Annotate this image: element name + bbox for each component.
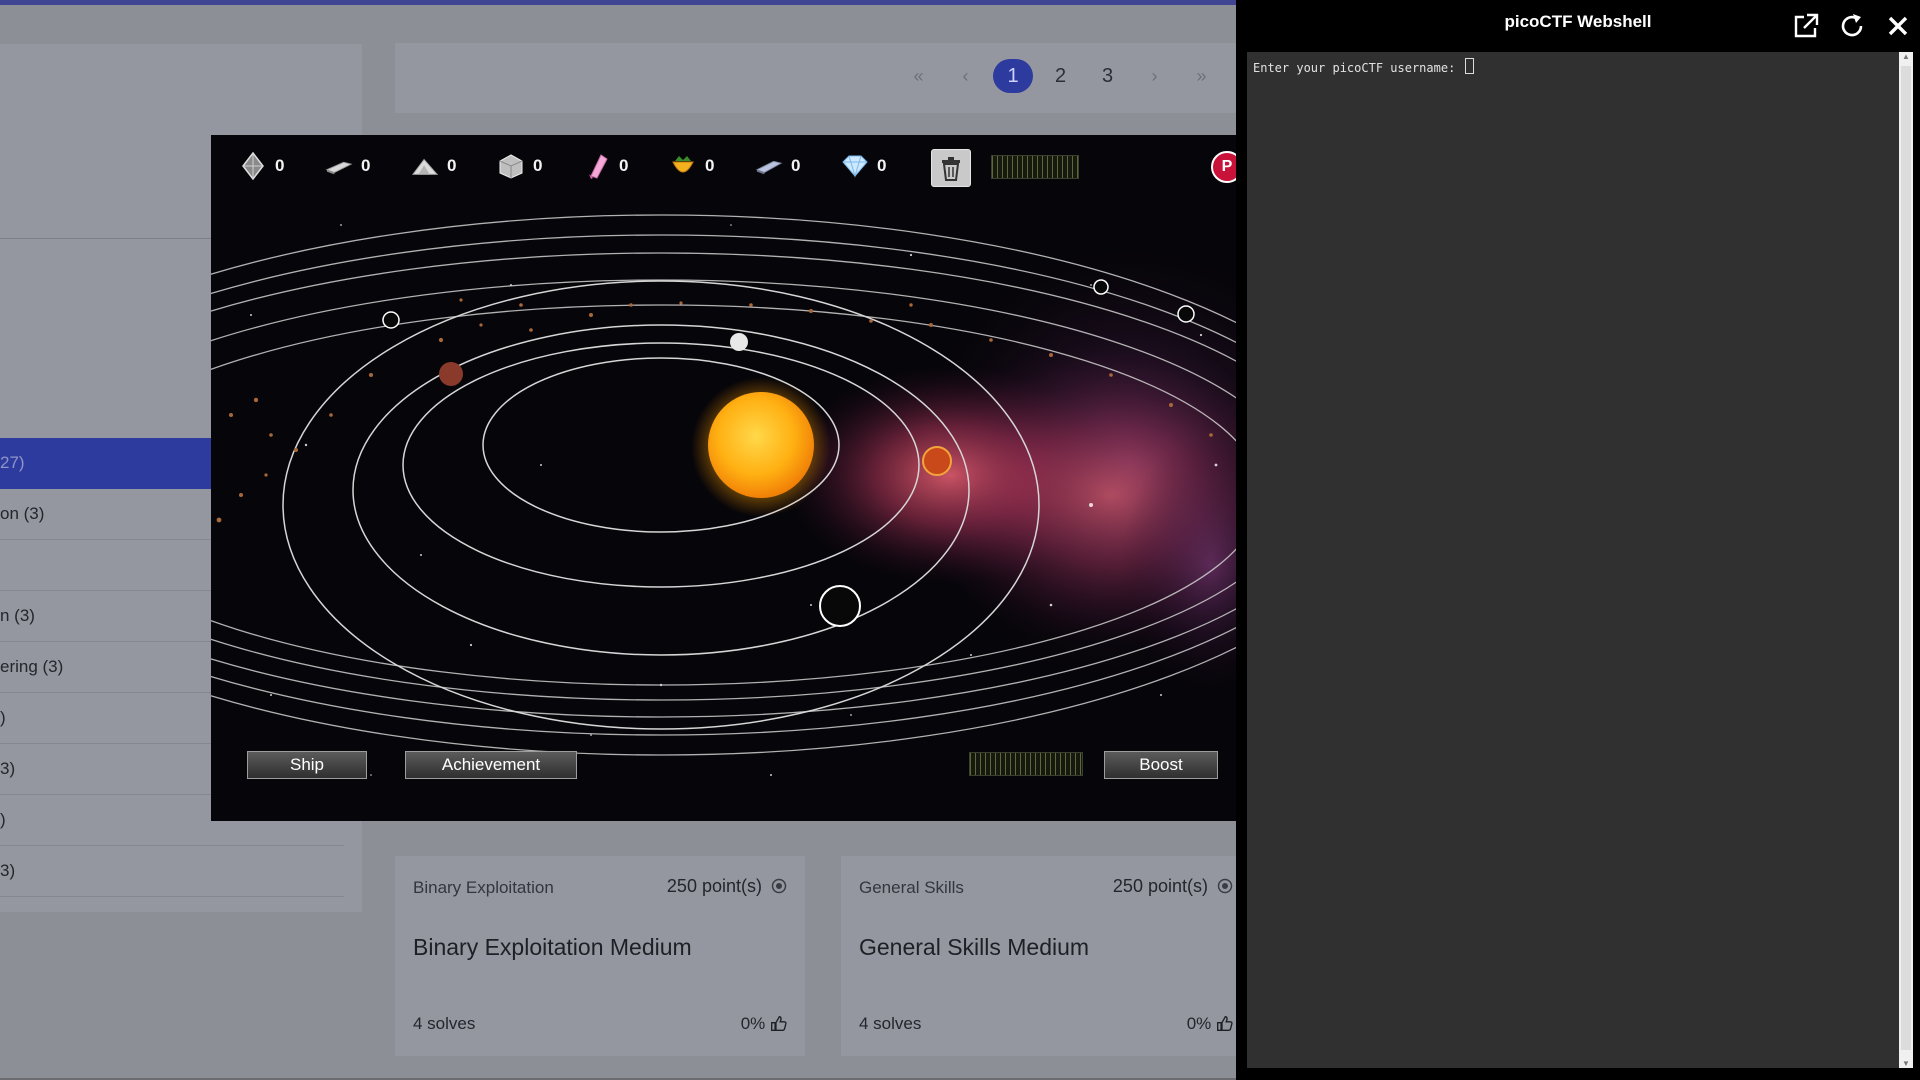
- challenge-category: General Skills: [859, 878, 964, 897]
- challenge-card[interactable]: General Skills 250 point(s) General Skil…: [841, 856, 1251, 1056]
- scroll-up-icon[interactable]: ▲: [1899, 52, 1913, 61]
- thumbs-up-icon: [771, 1016, 787, 1031]
- resource-crystal: 0: [239, 152, 325, 180]
- points-label: 250 point(s): [1112, 876, 1208, 896]
- resource-count: 0: [619, 156, 629, 175]
- challenge-solves: 4 solves: [859, 1014, 922, 1033]
- pagination: « ‹ 1 2 3 › »: [895, 59, 1225, 93]
- next-page-link[interactable]: ›: [1131, 66, 1178, 87]
- achievement-button[interactable]: Achievement: [405, 751, 577, 779]
- webshell-toolbar: [1790, 10, 1914, 42]
- boost-gauge: [969, 752, 1083, 776]
- resource-diamond: 0: [841, 152, 927, 180]
- resource-metal-bar: 0: [325, 152, 411, 180]
- resource-silver-bar: 0: [755, 152, 841, 180]
- resource-pink-crystal: 0: [583, 152, 669, 180]
- metal-bar-icon: [325, 152, 353, 180]
- resource-count: 0: [877, 156, 887, 175]
- terminal-cursor: [1464, 58, 1474, 74]
- challenge-card[interactable]: Binary Exploitation 250 point(s) Binary …: [395, 856, 805, 1056]
- challenge-points: 250 point(s): [667, 876, 787, 897]
- game-canvas[interactable]: 0 0 0 0 0 0 0 0 P Ship Achievement Boost: [211, 135, 1236, 821]
- resource-rock-pile: 0: [411, 152, 497, 180]
- refresh-icon[interactable]: [1836, 10, 1868, 42]
- terminal[interactable]: Enter your picoCTF username:: [1247, 52, 1899, 1068]
- open-external-icon[interactable]: [1790, 10, 1822, 42]
- diamond-icon: [841, 152, 869, 180]
- rock-pile-icon: [411, 152, 439, 180]
- prev-page-link[interactable]: ‹: [942, 66, 989, 87]
- silver-bar-icon: [755, 152, 783, 180]
- scrollbar-thumb[interactable]: [1901, 66, 1911, 1050]
- challenge-title[interactable]: Binary Exploitation Medium: [413, 934, 692, 961]
- trash-icon: [942, 157, 960, 181]
- pink-crystal-icon: [583, 152, 611, 180]
- solar-system-scene: [211, 135, 1236, 821]
- resource-bar: 0 0 0 0 0 0 0 0: [239, 149, 927, 183]
- rating-label: 0%: [740, 1014, 766, 1033]
- resource-count: 0: [705, 156, 715, 175]
- page-link-3[interactable]: 3: [1084, 65, 1131, 88]
- fruit-icon: [669, 152, 697, 180]
- scroll-down-icon[interactable]: ▼: [1899, 1059, 1913, 1068]
- resource-count: 0: [533, 156, 543, 175]
- resource-count: 0: [275, 156, 285, 175]
- challenge-rating: 0%: [1187, 1014, 1233, 1034]
- challenge-points: 250 point(s): [1113, 876, 1233, 897]
- resource-count: 0: [447, 156, 457, 175]
- ship-button[interactable]: Ship: [247, 751, 367, 779]
- boost-button[interactable]: Boost: [1104, 751, 1218, 779]
- rating-label: 0%: [1186, 1014, 1212, 1033]
- target-icon: [1217, 878, 1233, 894]
- close-icon[interactable]: [1882, 10, 1914, 42]
- category-item[interactable]: 3): [0, 846, 344, 897]
- resource-fruit: 0: [669, 152, 755, 180]
- pico-logo-icon: P: [1211, 151, 1236, 183]
- challenge-rating: 0%: [741, 1014, 787, 1034]
- target-icon: [771, 878, 787, 894]
- resource-count: 0: [791, 156, 801, 175]
- challenge-category: Binary Exploitation: [413, 878, 554, 897]
- thumbs-up-icon: [1217, 1016, 1233, 1031]
- challenge-solves: 4 solves: [413, 1014, 476, 1033]
- top-accent-bar: [0, 0, 1236, 5]
- last-page-link[interactable]: »: [1178, 66, 1225, 87]
- pagination-bar: « ‹ 1 2 3 › »: [395, 43, 1236, 113]
- page-link-2[interactable]: 2: [1037, 65, 1084, 88]
- crystal-icon: [239, 152, 267, 180]
- trash-button[interactable]: [931, 149, 971, 187]
- cube-ore-icon: [497, 152, 525, 180]
- terminal-prompt: Enter your picoCTF username:: [1253, 58, 1474, 75]
- resource-cube-ore: 0: [497, 152, 583, 180]
- points-label: 250 point(s): [666, 876, 762, 896]
- resource-count: 0: [361, 156, 371, 175]
- challenge-title[interactable]: General Skills Medium: [859, 934, 1089, 961]
- page-link-1[interactable]: 1: [993, 59, 1033, 93]
- webshell-panel: picoCTF Webshell Enter your picoCTF user…: [1236, 0, 1920, 1080]
- first-page-link[interactable]: «: [895, 66, 942, 87]
- cargo-gauge: [991, 155, 1079, 179]
- terminal-scrollbar[interactable]: ▲ ▼: [1899, 52, 1913, 1068]
